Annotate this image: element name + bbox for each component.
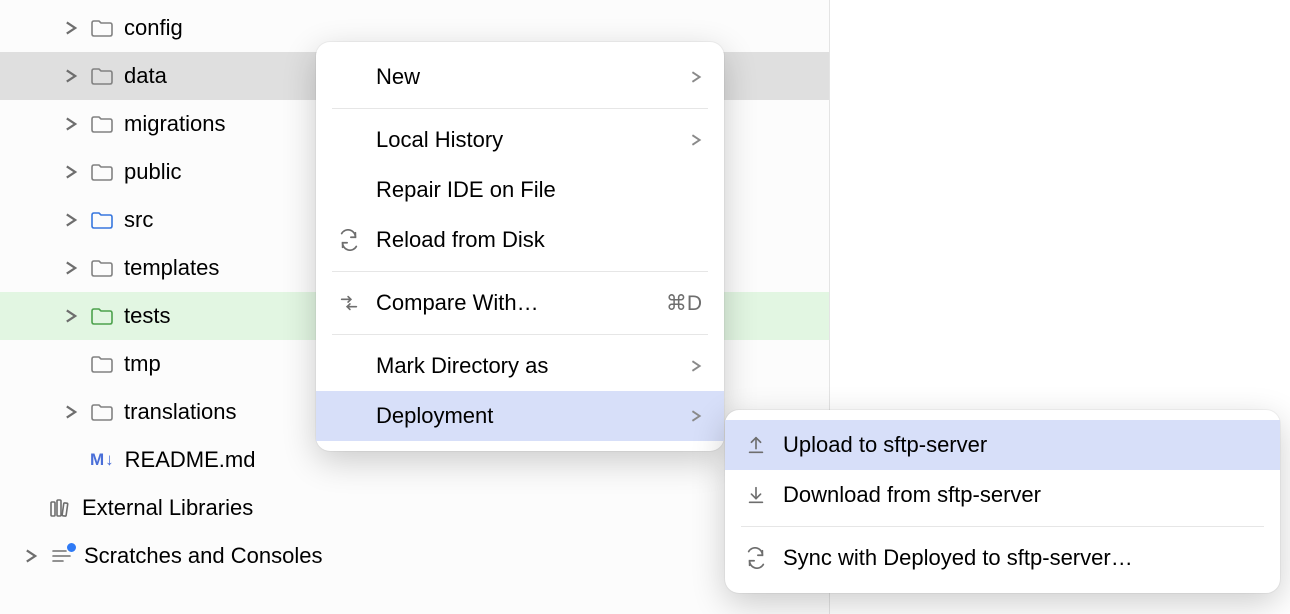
chevron-right-icon[interactable] <box>62 117 80 131</box>
menu-item-mark-directory-as[interactable]: Mark Directory as <box>316 341 724 391</box>
scratches-icon <box>50 545 74 567</box>
folder-icon <box>90 113 114 135</box>
menu-item-new[interactable]: New <box>316 52 724 102</box>
menu-item-label: Compare With… <box>376 290 652 316</box>
menu-shortcut: ⌘D <box>666 291 702 316</box>
folder-icon <box>90 257 114 279</box>
tree-item-scratches[interactable]: Scratches and Consoles <box>0 532 829 580</box>
menu-separator <box>332 334 708 335</box>
menu-item-label: New <box>376 64 662 90</box>
deployment-submenu[interactable]: Upload to sftp-server Download from sftp… <box>725 410 1280 593</box>
submenu-item-label: Upload to sftp-server <box>783 432 1254 458</box>
folder-icon <box>90 65 114 87</box>
submenu-item-sync[interactable]: Sync with Deployed to sftp-server… <box>725 533 1280 583</box>
submenu-arrow-icon <box>676 360 702 372</box>
tree-item-label: templates <box>124 255 219 281</box>
menu-item-reload-from-disk[interactable]: Reload from Disk <box>316 215 724 265</box>
submenu-item-label: Download from sftp-server <box>783 482 1254 508</box>
tree-item-label: data <box>124 63 167 89</box>
menu-separator <box>332 271 708 272</box>
menu-item-label: Local History <box>376 127 662 153</box>
submenu-item-download[interactable]: Download from sftp-server <box>725 470 1280 520</box>
submenu-item-label: Sync with Deployed to sftp-server… <box>783 545 1254 571</box>
menu-item-label: Reload from Disk <box>376 227 662 253</box>
tree-item-label: translations <box>124 399 237 425</box>
sync-icon <box>743 547 769 569</box>
folder-icon <box>90 209 114 231</box>
tree-item-external-libraries[interactable]: External Libraries <box>0 484 829 532</box>
chevron-right-icon[interactable] <box>62 309 80 323</box>
submenu-arrow-icon <box>676 134 702 146</box>
upload-icon <box>743 434 769 456</box>
menu-item-label: Deployment <box>376 403 662 429</box>
download-icon <box>743 484 769 506</box>
menu-separator <box>332 108 708 109</box>
menu-item-label: Mark Directory as <box>376 353 662 379</box>
folder-icon <box>90 305 114 327</box>
chevron-right-icon[interactable] <box>62 165 80 179</box>
folder-icon <box>90 401 114 423</box>
tree-item-label: src <box>124 207 153 233</box>
menu-item-repair-ide[interactable]: Repair IDE on File <box>316 165 724 215</box>
reload-icon <box>336 229 362 251</box>
menu-item-label: Repair IDE on File <box>376 177 662 203</box>
library-icon <box>48 497 72 519</box>
folder-icon <box>90 17 114 39</box>
chevron-right-icon[interactable] <box>62 69 80 83</box>
chevron-right-icon[interactable] <box>62 213 80 227</box>
tree-item-label: migrations <box>124 111 225 137</box>
tree-item-label: config <box>124 15 183 41</box>
tree-item-label: public <box>124 159 181 185</box>
tree-item-label: tmp <box>124 351 161 377</box>
context-menu[interactable]: New Local History Repair IDE on File Rel… <box>316 42 724 451</box>
menu-separator <box>741 526 1264 527</box>
menu-item-local-history[interactable]: Local History <box>316 115 724 165</box>
compare-icon <box>336 292 362 314</box>
chevron-right-icon[interactable] <box>62 405 80 419</box>
submenu-arrow-icon <box>676 410 702 422</box>
submenu-arrow-icon <box>676 71 702 83</box>
markdown-file-icon: M↓ <box>90 450 115 470</box>
tree-item-label: Scratches and Consoles <box>84 543 322 569</box>
tree-item-label: tests <box>124 303 170 329</box>
submenu-item-upload[interactable]: Upload to sftp-server <box>725 420 1280 470</box>
chevron-right-icon[interactable] <box>22 549 40 563</box>
folder-icon <box>90 161 114 183</box>
folder-icon <box>90 353 114 375</box>
chevron-right-icon[interactable] <box>62 261 80 275</box>
tree-item-label: External Libraries <box>82 495 253 521</box>
menu-item-deployment[interactable]: Deployment <box>316 391 724 441</box>
chevron-right-icon[interactable] <box>62 21 80 35</box>
menu-item-compare-with[interactable]: Compare With… ⌘D <box>316 278 724 328</box>
tree-item-label: README.md <box>125 447 256 473</box>
